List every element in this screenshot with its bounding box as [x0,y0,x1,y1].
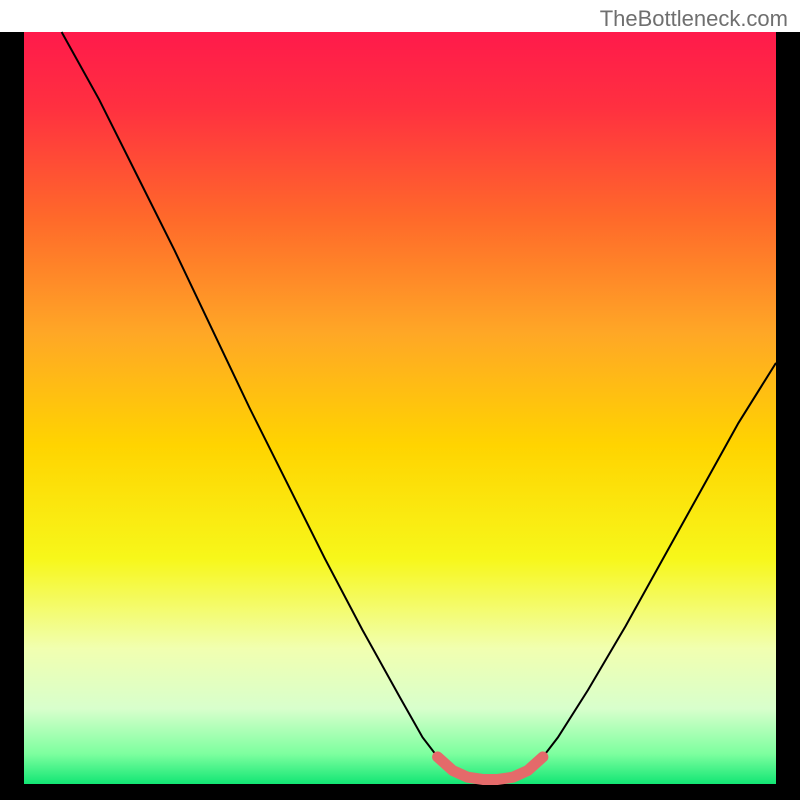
bottleneck-chart [0,0,800,800]
chart-container: TheBottleneck.com [0,0,800,800]
plot-background [24,32,776,784]
watermark-text: TheBottleneck.com [600,6,788,32]
